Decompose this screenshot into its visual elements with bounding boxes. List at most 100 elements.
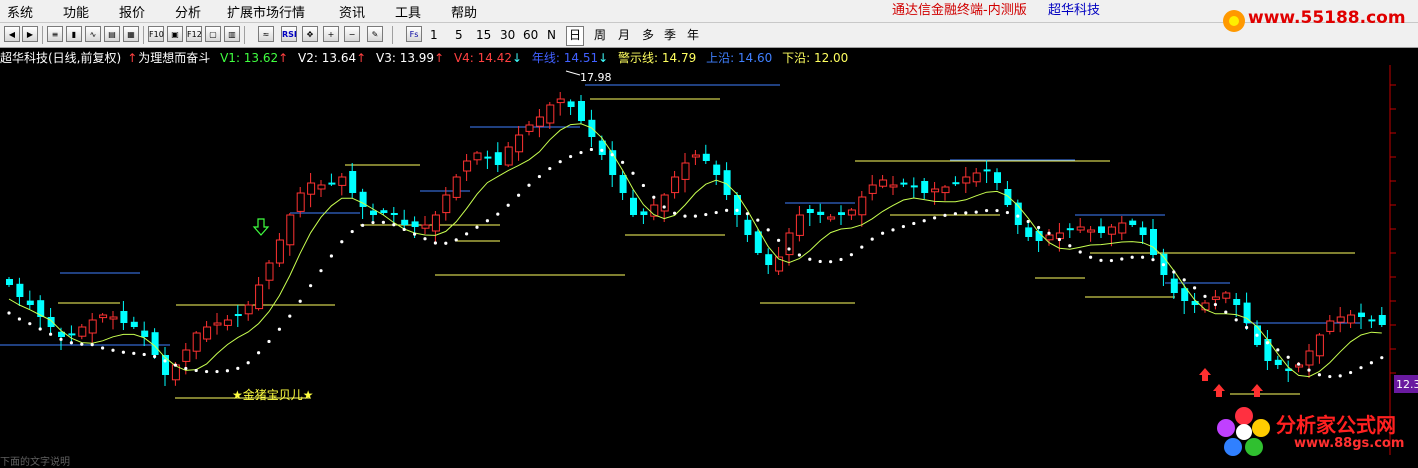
candle-down <box>994 172 1001 183</box>
candle-up <box>941 186 950 194</box>
trend-dot <box>298 299 302 303</box>
candle-down <box>817 211 825 215</box>
window-icon[interactable]: ▢ <box>205 26 221 42</box>
trend-dot <box>1047 231 1051 235</box>
quote-list-icon[interactable]: ≡ <box>47 26 63 42</box>
menu-function[interactable]: 功能 <box>63 2 89 21</box>
candle-down <box>1098 226 1105 233</box>
f10-icon[interactable]: F10 <box>148 26 164 42</box>
grid-icon[interactable]: ▦ <box>123 26 139 42</box>
period-year[interactable]: 年 <box>685 26 701 44</box>
menu-help[interactable]: 帮助 <box>451 2 477 21</box>
candle-down <box>26 300 34 305</box>
trend-dot <box>90 343 94 347</box>
candle-up <box>525 124 534 132</box>
candle-up <box>671 176 680 194</box>
indicator-icon[interactable]: ≈ <box>258 26 274 42</box>
trend-dot <box>309 284 313 288</box>
candle-up <box>1347 314 1356 324</box>
period-n[interactable]: N <box>545 26 558 44</box>
period-month[interactable]: 月 <box>616 26 632 44</box>
indicator-name[interactable]: 为理想而奋斗 <box>138 51 210 65</box>
trend-dot <box>1099 258 1103 262</box>
down-arrow-icon: ↓ <box>598 51 609 65</box>
candle-down <box>16 283 24 297</box>
trend-dot <box>350 229 354 234</box>
f12-icon[interactable]: F12 <box>186 26 202 42</box>
candle-down <box>380 210 388 213</box>
menu-news[interactable]: 资讯 <box>339 2 365 21</box>
period-15min[interactable]: 15 <box>474 26 493 44</box>
period-week[interactable]: 周 <box>592 26 608 44</box>
trend-dot <box>17 317 21 321</box>
trend-dot <box>121 350 125 354</box>
candle-up <box>223 319 232 326</box>
candle-down <box>234 314 242 316</box>
period-60min[interactable]: 60 <box>521 26 540 44</box>
annual-line-value: 年线: 14.51 <box>531 51 599 65</box>
trend-dot <box>1057 237 1061 242</box>
trend-dot <box>985 208 989 213</box>
back-icon[interactable]: ◀ <box>4 26 20 42</box>
menu-system[interactable]: 系统 <box>7 2 33 21</box>
watermark: 分析家公式网 www.88gs.com <box>1216 406 1416 458</box>
trend-dot <box>371 220 375 225</box>
stock-label: 超华科技(日线,前复权) <box>0 51 122 65</box>
trend-dot <box>1089 255 1093 259</box>
candle-up <box>338 176 347 186</box>
draw-icon[interactable]: ✎ <box>367 26 383 42</box>
chart-multi-icon[interactable]: ▥ <box>224 26 240 42</box>
candle-down <box>1368 319 1376 322</box>
trend-dot <box>215 369 219 374</box>
menu-extended-market[interactable]: 扩展市场行情 <box>227 2 305 21</box>
trend-dot <box>725 208 729 212</box>
trend-dot <box>922 219 926 223</box>
menu-quote[interactable]: 报价 <box>119 2 145 21</box>
menu-analysis[interactable]: 分析 <box>175 2 201 21</box>
period-30min[interactable]: 30 <box>498 26 517 44</box>
period-1min[interactable]: 1 <box>428 26 440 44</box>
candle-up <box>1087 229 1096 233</box>
move-icon[interactable]: ✥ <box>302 26 318 42</box>
candle-up <box>1118 222 1127 234</box>
red-arrow-icon <box>1199 368 1211 381</box>
period-5min[interactable]: 5 <box>453 26 465 44</box>
trend-dot <box>693 214 698 218</box>
trend-dot <box>548 166 552 171</box>
menu-tools[interactable]: 工具 <box>395 2 421 21</box>
period-day[interactable]: 日 <box>566 26 585 46</box>
trend-dot <box>236 366 240 370</box>
trend-dot <box>1265 341 1269 345</box>
trend-dot <box>1016 214 1020 218</box>
flower-icon <box>1223 10 1245 32</box>
trend-dot <box>1328 374 1332 379</box>
trend-dot <box>600 148 604 152</box>
candle-down <box>120 311 128 323</box>
trend-dot <box>912 221 916 226</box>
news-icon[interactable]: ▣ <box>167 26 183 42</box>
fs-icon[interactable]: Fs <box>406 26 422 42</box>
v3-value: V3: 13.99 <box>376 51 435 65</box>
forward-icon[interactable]: ▶ <box>22 26 38 42</box>
candle-down <box>6 279 13 285</box>
rsi-icon[interactable]: RSI <box>281 26 297 42</box>
trend-dot <box>1068 244 1072 248</box>
candle-down <box>578 101 585 121</box>
candlestick-chart[interactable]: 17.98 ★金猪宝贝儿★ 12.3 <box>0 65 1418 455</box>
candle-down <box>1358 312 1365 317</box>
bar-chart-icon[interactable]: ▤ <box>104 26 120 42</box>
period-quarter[interactable]: 季 <box>662 26 678 44</box>
candle-chart-icon[interactable]: ▮ <box>66 26 82 42</box>
candle-up <box>99 314 108 319</box>
trend-dot <box>1213 302 1217 307</box>
v1-value: V1: 13.62 <box>220 51 279 65</box>
candle-up <box>691 154 700 158</box>
zoom-in-icon[interactable]: + <box>323 26 339 42</box>
minute-chart-icon[interactable]: ∿ <box>85 26 101 42</box>
up-arrow-icon: ↑ <box>127 51 138 65</box>
zoom-out-icon[interactable]: − <box>344 26 360 42</box>
trend-dot <box>7 311 11 315</box>
candle-up <box>972 172 981 183</box>
period-multi[interactable]: 多 <box>640 26 656 44</box>
trend-dot <box>142 352 146 357</box>
